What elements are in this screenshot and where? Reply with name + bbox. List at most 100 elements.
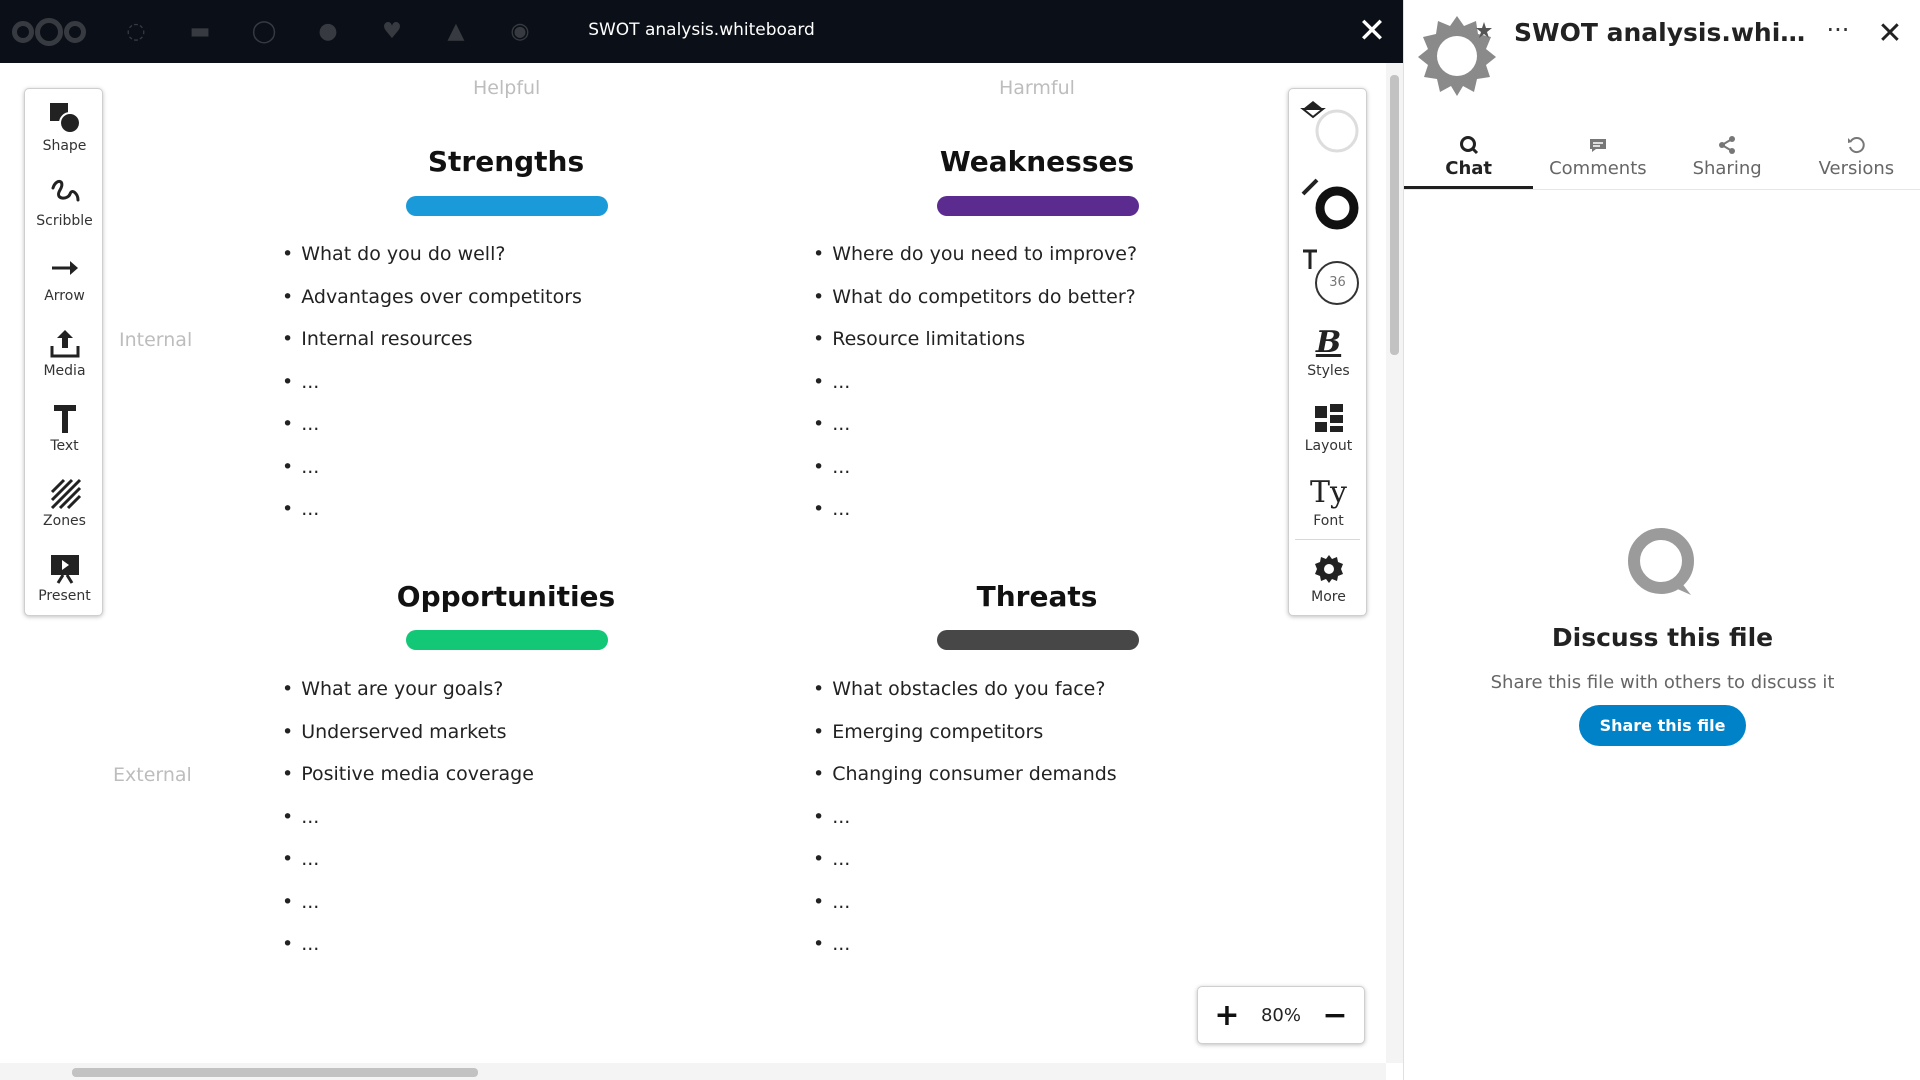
close-sidebar-button[interactable]: ✕: [1870, 16, 1910, 52]
list-item: ...: [813, 498, 1137, 541]
zones-label: Zones: [43, 512, 86, 529]
vertical-scrollbar[interactable]: [1386, 63, 1403, 1063]
list-item: ...: [813, 933, 1117, 976]
file-type-gear-icon: [1414, 12, 1500, 98]
tab-chat[interactable]: Chat: [1404, 128, 1534, 189]
shape-tool-button[interactable]: Shape: [25, 89, 104, 164]
list-item: What are your goals?: [282, 678, 534, 721]
details-sidebar: SWOT analysis.whiteboard ··· ✕ Chat Comm…: [1403, 0, 1920, 1080]
whiteboard-canvas[interactable]: Helpful Harmful Internal External Streng…: [0, 63, 1403, 1080]
arrow-label: Arrow: [44, 287, 85, 304]
strengths-color-bar: [406, 196, 608, 216]
list-item: What obstacles do you face?: [813, 678, 1117, 721]
tab-comments[interactable]: Comments: [1533, 128, 1662, 189]
text-icon: [45, 400, 85, 436]
opportunities-title: Opportunities: [396, 580, 616, 613]
arrow-tool-button[interactable]: Arrow: [25, 239, 104, 314]
horizontal-scrollbar[interactable]: [0, 1063, 1386, 1080]
font-label: Font: [1313, 512, 1344, 529]
list-item: ...: [282, 806, 534, 849]
gear-icon: [1309, 551, 1349, 587]
present-label: Present: [38, 587, 91, 604]
tools-toolbar: Shape Scribble Arrow Media Text Zones Pr…: [24, 88, 103, 616]
media-label: Media: [43, 362, 86, 379]
weaknesses-list: Where do you need to improve?What do com…: [813, 243, 1137, 541]
scribble-icon: [45, 175, 85, 211]
styles-button[interactable]: B Styles: [1289, 314, 1368, 389]
list-item: ...: [282, 371, 582, 414]
viewer-header: ◌ ▬ ◯ ● ♥ ▲ ◉ SWOT analysis.whiteboard ✕: [0, 0, 1403, 63]
list-item: ...: [282, 413, 582, 456]
font-size-icon: 36: [1299, 247, 1359, 307]
strengths-list: What do you do well?Advantages over comp…: [282, 243, 582, 541]
zones-tool-button[interactable]: Zones: [25, 464, 104, 539]
more-label: More: [1311, 588, 1346, 605]
list-item: ...: [282, 891, 534, 934]
zoom-control: + 80% −: [1197, 986, 1365, 1044]
scribble-label: Scribble: [36, 212, 93, 229]
font-icon: Ty: [1310, 475, 1347, 510]
row-label-external: External: [113, 764, 192, 786]
strengths-title: Strengths: [427, 145, 585, 178]
list-item: ...: [282, 933, 534, 976]
horizontal-scroll-thumb[interactable]: [72, 1068, 478, 1077]
column-label-harmful: Harmful: [999, 77, 1075, 99]
list-item: Resource limitations: [813, 328, 1137, 371]
share-file-button[interactable]: Share this file: [1578, 705, 1747, 746]
sidebar-tabs: Chat Comments Sharing Versions: [1404, 128, 1920, 190]
list-item: What do competitors do better?: [813, 286, 1137, 329]
list-item: ...: [813, 371, 1137, 414]
list-item: Advantages over competitors: [282, 286, 582, 329]
talk-icon: [1404, 525, 1920, 605]
list-item: ...: [813, 848, 1117, 891]
opportunities-list: What are your goals?Underserved marketsP…: [282, 678, 534, 976]
properties-toolbar: 36 B Styles Layout Ty Font More: [1288, 88, 1367, 616]
present-tool-button[interactable]: Present: [25, 539, 104, 614]
tab-sharing-label: Sharing: [1692, 158, 1762, 179]
list-item: ...: [282, 498, 582, 541]
chat-empty-state: Discuss this file Share this file with o…: [1404, 525, 1920, 746]
list-item: ...: [813, 456, 1137, 499]
tab-comments-label: Comments: [1549, 158, 1647, 179]
list-item: What do you do well?: [282, 243, 582, 286]
zoom-out-button[interactable]: −: [1320, 998, 1350, 1033]
chat-icon: [1459, 132, 1479, 158]
zoom-level: 80%: [1260, 1004, 1301, 1026]
text-tool-button[interactable]: Text: [25, 389, 104, 464]
empty-state-title: Discuss this file: [1551, 623, 1774, 652]
vertical-scroll-thumb[interactable]: [1390, 75, 1399, 355]
list-item: Emerging competitors: [813, 721, 1117, 764]
layout-button[interactable]: Layout: [1289, 389, 1368, 464]
weaknesses-title: Weaknesses: [939, 145, 1135, 178]
list-item: Underserved markets: [282, 721, 534, 764]
close-viewer-button[interactable]: ✕: [1354, 14, 1390, 50]
presentation-icon: [45, 550, 85, 586]
media-tool-button[interactable]: Media: [25, 314, 104, 389]
tab-chat-label: Chat: [1445, 158, 1493, 179]
threats-list: What obstacles do you face?Emerging comp…: [813, 678, 1117, 976]
threats-title: Threats: [976, 580, 1098, 613]
styles-label: Styles: [1307, 362, 1350, 379]
empty-state-description: Share this file with others to discuss i…: [1490, 672, 1835, 693]
list-item: Where do you need to improve?: [813, 243, 1137, 286]
zones-icon: [45, 475, 85, 511]
row-label-internal: Internal: [119, 329, 193, 351]
font-button[interactable]: Ty Font: [1289, 464, 1368, 539]
bold-icon: B: [1315, 325, 1342, 360]
layout-icon: [1309, 400, 1349, 436]
font-size-button[interactable]: 36: [1289, 239, 1368, 314]
zoom-in-button[interactable]: +: [1212, 998, 1242, 1033]
more-actions-button[interactable]: ···: [1818, 16, 1858, 52]
history-icon: [1846, 132, 1866, 158]
more-button[interactable]: More: [1289, 540, 1368, 615]
tab-sharing[interactable]: Sharing: [1663, 128, 1792, 189]
scribble-tool-button[interactable]: Scribble: [25, 164, 104, 239]
font-size-value: 36: [1329, 274, 1346, 290]
sidebar-file-title: SWOT analysis.whiteboard: [1514, 18, 1814, 47]
tab-versions[interactable]: Versions: [1792, 128, 1920, 189]
stroke-color-button[interactable]: [1289, 164, 1368, 239]
arrow-icon: [45, 250, 85, 286]
list-item: Internal resources: [282, 328, 582, 371]
fill-color-button[interactable]: [1289, 89, 1368, 164]
stroke-pen-icon: [1299, 172, 1359, 232]
